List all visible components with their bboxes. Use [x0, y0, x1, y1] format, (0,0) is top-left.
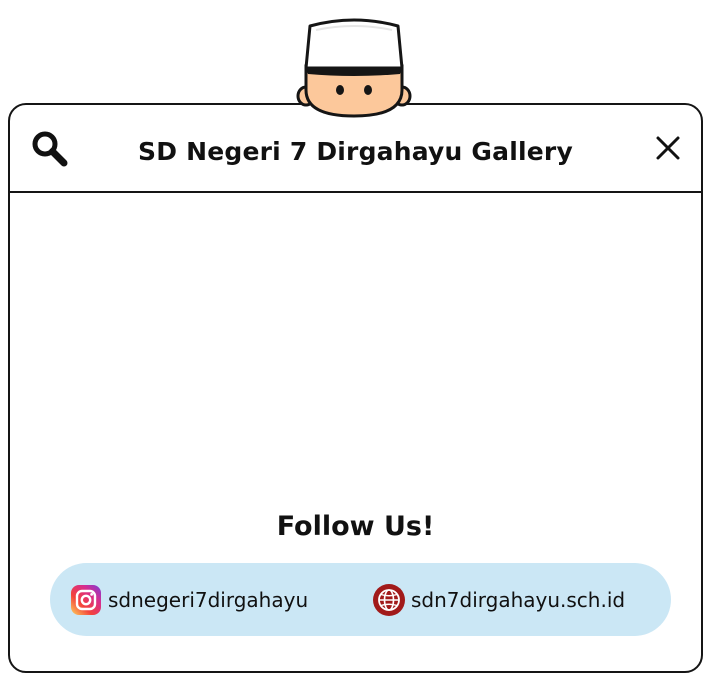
- gallery-window: SD Negeri 7 Dirgahayu Gallery Follow Us!: [8, 103, 703, 673]
- search-button[interactable]: [28, 127, 72, 171]
- window-content: Follow Us! sdnegeri7dirgahayu sdn7dirgah…: [10, 193, 701, 671]
- title-bar: SD Negeri 7 Dirgahayu Gallery: [10, 105, 701, 193]
- instagram-link[interactable]: sdnegeri7dirgahayu: [69, 563, 308, 636]
- mascot-illustration: [296, 18, 412, 118]
- follow-us-heading: Follow Us!: [276, 511, 435, 542]
- website-url: sdn7dirgahayu.sch.id: [411, 587, 626, 612]
- window-title: SD Negeri 7 Dirgahayu Gallery: [138, 137, 573, 166]
- website-link[interactable]: sdn7dirgahayu.sch.id: [372, 563, 625, 636]
- gallery-area: [10, 193, 701, 493]
- instagram-handle: sdnegeri7dirgahayu: [108, 587, 309, 612]
- search-icon: [32, 131, 68, 167]
- close-button[interactable]: [649, 129, 687, 167]
- social-links-bar: sdnegeri7dirgahayu sdn7dirgahayu.sch.id: [50, 563, 671, 636]
- globe-icon: [373, 583, 405, 616]
- close-icon: [656, 136, 680, 160]
- instagram-icon: [71, 584, 101, 615]
- page: SD Negeri 7 Dirgahayu Gallery Follow Us!: [0, 0, 720, 688]
